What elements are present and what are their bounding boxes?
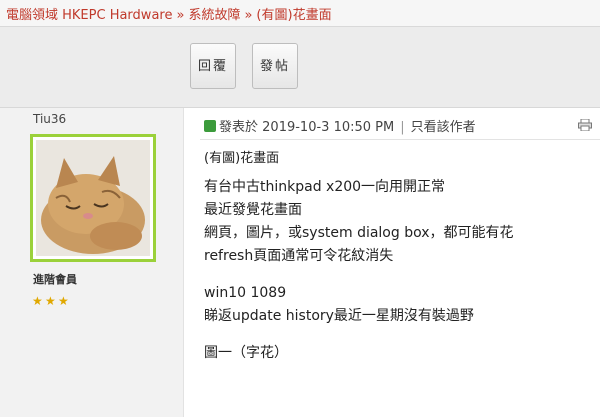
avatar[interactable] <box>30 134 156 262</box>
post-line: 網頁，圖片，或system dialog box，都可能有花 <box>204 225 514 241</box>
rank-stars: ★ ★ ★ <box>32 290 71 309</box>
post-container: 發表於 2019-10-3 10:50 PM | 只看該作者 (有圖)花畫面 有台中… <box>184 108 600 417</box>
post-flag-icon <box>204 120 216 132</box>
meta-divider: | <box>400 120 405 135</box>
author-username[interactable]: Tiu36 <box>33 112 66 126</box>
breadcrumb-thread[interactable]: (有圖)花畫面 <box>256 8 331 23</box>
reply-button[interactable]: 回覆 <box>190 43 236 89</box>
star-icon: ★ <box>32 294 43 308</box>
post-line: 圖一（字花） <box>204 345 288 361</box>
breadcrumb-forum[interactable]: 系統故障 <box>188 8 240 23</box>
only-author-link[interactable]: 只看該作者 <box>411 120 476 135</box>
breadcrumb-separator: » <box>244 8 253 23</box>
post-line: refresh頁面通常可令花紋消失 <box>204 248 394 264</box>
new-post-button[interactable]: 發帖 <box>252 43 298 89</box>
post-title: (有圖)花畫面 <box>204 151 280 166</box>
star-icon: ★ <box>45 294 56 308</box>
breadcrumb-site[interactable]: 電腦領域 HKEPC Hardware <box>6 8 172 23</box>
post-line: win10 1089 <box>204 285 287 301</box>
cat-avatar-image <box>36 140 150 256</box>
post-line: 睇返update history最近一星期沒有裝過野 <box>204 308 474 324</box>
author-panel: Tiu36 進階會員 ★ ★ ★ <box>0 108 184 417</box>
user-group: 進階會員 <box>33 273 77 286</box>
post-divider <box>200 139 600 140</box>
post-line: 最近發覺花畫面 <box>204 202 302 218</box>
breadcrumb: 電腦領域 HKEPC Hardware» 系統故障» (有圖)花畫面 <box>6 4 332 23</box>
post-body: 有台中古thinkpad x200一向用開正常 最近發覺花畫面 網頁，圖片，或s… <box>204 176 594 365</box>
post-meta: 發表於 2019-10-3 10:50 PM | 只看該作者 <box>204 116 476 135</box>
post-line: 有台中古thinkpad x200一向用開正常 <box>204 179 446 195</box>
top-bar: 電腦領域 HKEPC Hardware» 系統故障» (有圖)花畫面 <box>0 0 600 27</box>
breadcrumb-separator: » <box>176 8 185 23</box>
star-icon: ★ <box>58 294 69 308</box>
action-bar: 回覆 發帖 <box>0 27 600 108</box>
post-datetime: 2019-10-3 10:50 PM <box>262 120 395 135</box>
posted-prefix: 發表於 <box>219 120 259 135</box>
print-icon[interactable] <box>578 119 592 131</box>
